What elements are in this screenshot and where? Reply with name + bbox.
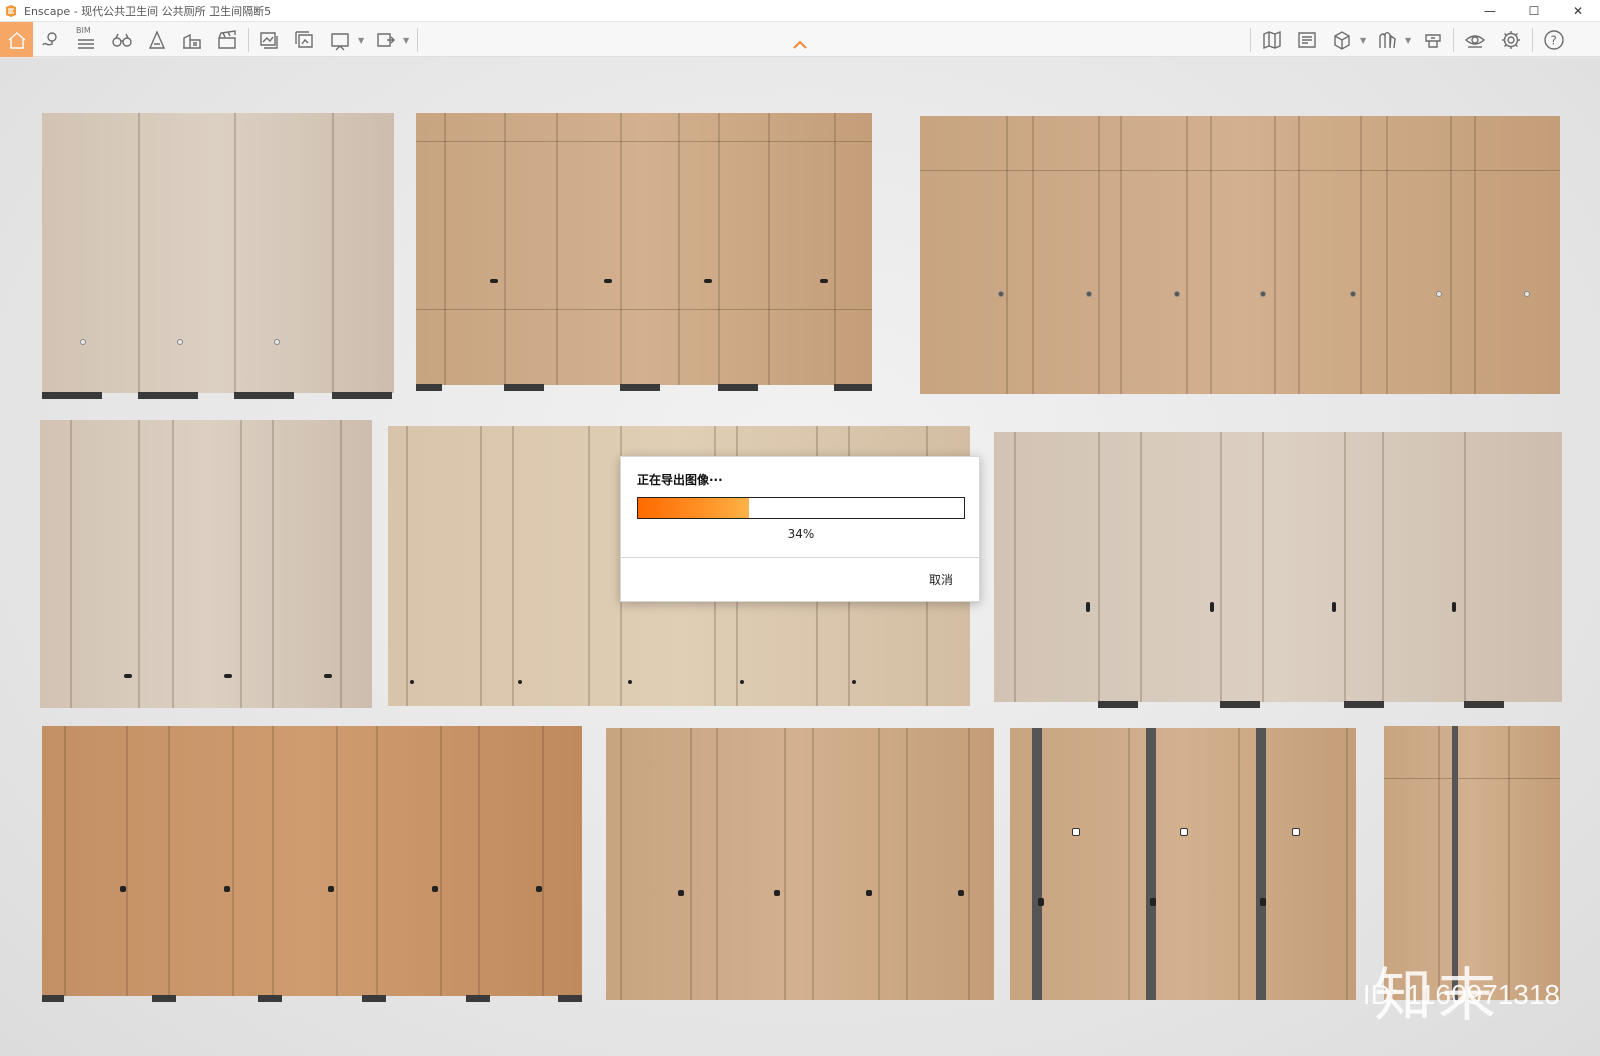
asset-library-button[interactable]: [1373, 26, 1401, 53]
bim-button[interactable]: [72, 26, 100, 53]
export-progress-dialog: 正在导出图像··· 34% 取消: [620, 456, 980, 602]
progress-fill: [638, 498, 749, 518]
exe-export-icon: [377, 32, 395, 47]
collapse-toolbar-chevron-icon[interactable]: [792, 40, 808, 50]
maximize-button[interactable]: ☐: [1512, 0, 1556, 22]
minimize-button[interactable]: —: [1468, 0, 1512, 22]
render-360-button[interactable]: [326, 26, 354, 53]
upload-icon: [1425, 33, 1441, 48]
enscape-logo-icon: [6, 4, 16, 17]
help-button[interactable]: ?: [1540, 26, 1568, 53]
close-button[interactable]: ✕: [1556, 0, 1600, 22]
toolbar-separator: [417, 28, 418, 52]
upload-button[interactable]: [1419, 26, 1447, 53]
progress-percent: 34%: [787, 527, 815, 541]
partition-model-1: [42, 113, 394, 399]
info-panel-icon: [1298, 31, 1316, 48]
map-icon: [1263, 30, 1281, 49]
360-render-icon: [331, 32, 349, 50]
screenshot-button[interactable]: [255, 26, 283, 53]
binoculars-button[interactable]: [108, 26, 136, 53]
partition-model-2: [416, 113, 872, 391]
section-button[interactable]: [143, 26, 171, 53]
chevron-down-icon[interactable]: ▼: [403, 36, 409, 45]
dialog-divider: [621, 557, 979, 558]
settings-button[interactable]: [1497, 26, 1525, 53]
binoculars-icon: [112, 33, 132, 47]
settings-gear-icon: [1502, 30, 1520, 49]
batch-render-button[interactable]: [290, 26, 318, 53]
asset-library-icon: [1379, 31, 1396, 48]
batch-render-icon: [295, 30, 313, 48]
chevron-down-icon[interactable]: ▼: [1405, 36, 1411, 45]
svg-text:?: ?: [1551, 33, 1557, 47]
toolbar-separator: [1453, 28, 1454, 52]
partition-model-6: [994, 432, 1562, 708]
section-cone-icon: [148, 29, 166, 49]
location-button[interactable]: [36, 26, 64, 53]
home-button[interactable]: [0, 22, 33, 57]
title-bar: Enscape - 现代公共卫生间 公共厕所 卫生间隔断5 — ☐ ✕: [0, 0, 1600, 22]
location-pin-icon: [42, 31, 57, 46]
screenshot-icon: [260, 31, 278, 49]
video-editor-button[interactable]: [213, 26, 241, 53]
chevron-down-icon[interactable]: ▼: [358, 36, 364, 45]
clapperboard-icon: [218, 29, 236, 49]
info-panel-button[interactable]: [1293, 26, 1321, 53]
map-button[interactable]: [1258, 26, 1286, 53]
toolbar-separator: [248, 28, 249, 52]
toolbar-separator: [1250, 28, 1251, 52]
bim-list-icon: [78, 38, 94, 49]
visual-settings-button[interactable]: [1461, 26, 1489, 53]
cube-view-button[interactable]: [1328, 26, 1356, 53]
visual-settings-icon: [1464, 34, 1486, 48]
buildings-button[interactable]: [178, 26, 206, 53]
cancel-button[interactable]: 取消: [929, 571, 953, 588]
image-id-label: ID: 1160971318: [1362, 979, 1560, 1010]
partition-model-3: [920, 116, 1560, 394]
partition-model-8: [606, 728, 994, 1000]
export-progress-bar: [637, 497, 965, 519]
partition-model-4: [40, 420, 372, 708]
window-controls: — ☐ ✕: [1468, 0, 1600, 22]
home-icon: [8, 31, 25, 49]
dialog-title: 正在导出图像···: [637, 473, 723, 487]
window-title: Enscape - 现代公共卫生间 公共厕所 卫生间隔断5: [24, 4, 272, 18]
chevron-down-icon[interactable]: ▼: [1360, 36, 1366, 45]
partition-model-7: [42, 726, 582, 1002]
export-exe-button[interactable]: [371, 26, 399, 53]
help-icon: ?: [1544, 29, 1564, 50]
cube-view-icon: [1334, 30, 1350, 50]
buildings-icon: [183, 33, 201, 49]
toolbar-separator: [1532, 28, 1533, 52]
partition-model-9: [1010, 728, 1356, 1000]
